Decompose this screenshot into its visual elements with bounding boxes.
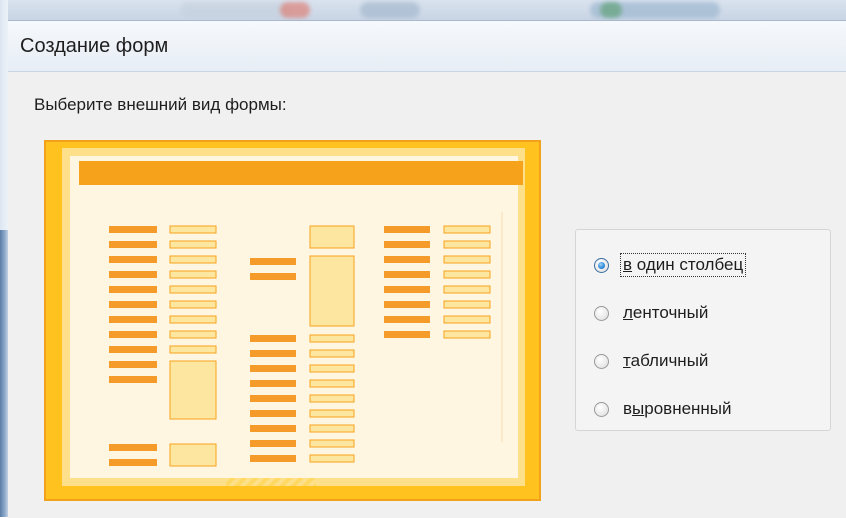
dialog-titlebar: Создание форм	[8, 21, 846, 72]
dialog-content: Выберите внешний вид формы: в один столб…	[8, 72, 846, 518]
radio-button[interactable]	[594, 401, 609, 417]
layout-prompt: Выберите внешний вид формы:	[34, 95, 287, 114]
option-label-tabular[interactable]: ленточный	[621, 302, 710, 324]
radio-option-tabular[interactable]: ленточный	[594, 299, 710, 327]
layout-preview	[44, 140, 541, 501]
layout-options-group: в один столбец ленточный табличный выров…	[575, 229, 831, 431]
radio-button[interactable]	[594, 305, 609, 321]
form-wizard-dialog: Создание форм Выберите внешний вид формы…	[8, 20, 846, 518]
dialog-title: Создание форм	[20, 35, 169, 57]
radio-button[interactable]	[594, 353, 609, 369]
radio-option-datasheet[interactable]: табличный	[594, 347, 710, 375]
background-window-edge-top	[0, 0, 8, 230]
background-app-strip	[0, 0, 846, 22]
option-label-justified[interactable]: выровненный	[621, 398, 734, 420]
radio-button-checked[interactable]	[594, 257, 609, 273]
radio-option-columnar[interactable]: в один столбец	[594, 251, 747, 279]
layout-preview-illustration	[62, 148, 525, 486]
radio-option-justified[interactable]: выровненный	[594, 395, 734, 423]
option-label-datasheet[interactable]: табличный	[621, 350, 710, 372]
option-label-columnar[interactable]: в один столбец	[619, 253, 747, 277]
